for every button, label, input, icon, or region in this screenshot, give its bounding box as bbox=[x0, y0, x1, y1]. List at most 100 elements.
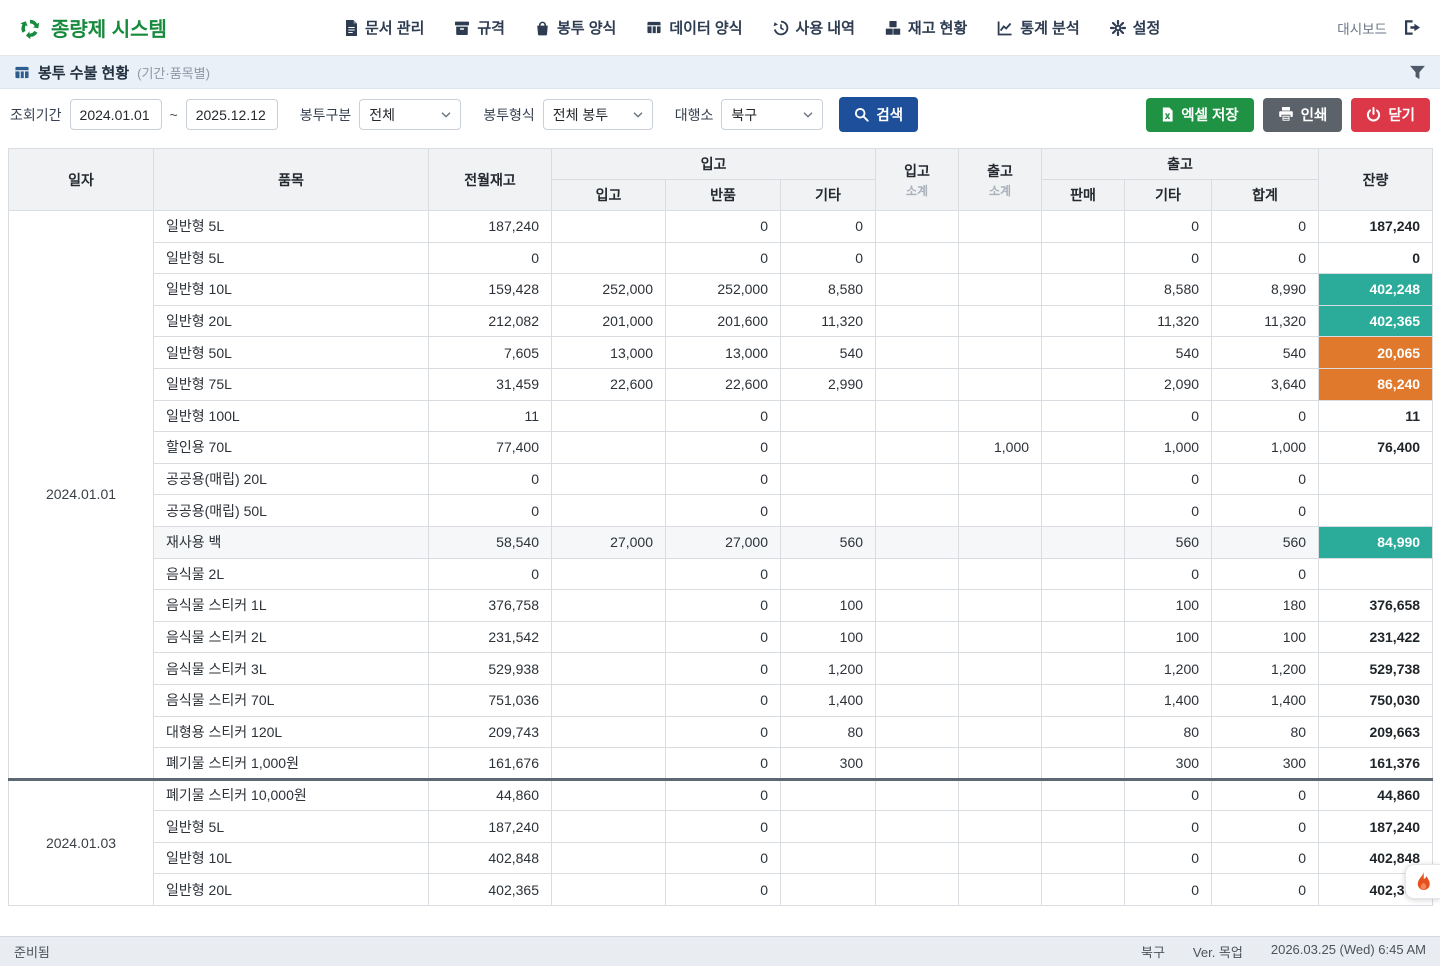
dashboard-link[interactable]: 대시보드 bbox=[1337, 18, 1387, 38]
agency-select[interactable]: 북구 bbox=[721, 99, 823, 130]
in-etc-cell: 300 bbox=[781, 748, 876, 780]
col-group-in: 입고 bbox=[552, 149, 876, 180]
table-row: 일반형 50L7,60513,00013,00054054054020,065 bbox=[9, 337, 1433, 369]
page-subtitle: (기간·품목별) bbox=[137, 63, 210, 82]
in-sub-cell bbox=[876, 242, 959, 274]
out-sub-cell bbox=[959, 495, 1042, 527]
close-button[interactable]: 닫기 bbox=[1351, 98, 1430, 132]
out-sale-cell bbox=[1042, 305, 1125, 337]
in-etc-cell: 100 bbox=[781, 590, 876, 622]
out-total-cell: 560 bbox=[1212, 526, 1319, 558]
out-etc-cell: 0 bbox=[1125, 463, 1212, 495]
date-to-input[interactable] bbox=[186, 99, 278, 130]
filter-icon[interactable] bbox=[1409, 65, 1426, 80]
nav-item-inventory[interactable]: 재고 현황 bbox=[885, 17, 967, 38]
out-etc-cell: 11,320 bbox=[1125, 305, 1212, 337]
out-total-cell: 0 bbox=[1212, 558, 1319, 590]
table-row: 2024.01.01일반형 5L187,2400000187,240 bbox=[9, 211, 1433, 243]
in-etc-cell bbox=[781, 779, 876, 811]
in-etc-cell: 8,580 bbox=[781, 274, 876, 306]
table-row: 할인용 70L77,40001,0001,0001,00076,400 bbox=[9, 432, 1433, 464]
nav-item-bag[interactable]: 봉투 양식 bbox=[535, 17, 616, 38]
remain-cell: 76,400 bbox=[1319, 432, 1433, 464]
print-button[interactable]: 인쇄 bbox=[1263, 98, 1343, 132]
power-icon bbox=[1366, 107, 1381, 122]
in-etc-cell: 0 bbox=[781, 211, 876, 243]
excel-save-button[interactable]: 엑셀 저장 bbox=[1146, 98, 1253, 132]
out-sale-cell bbox=[1042, 368, 1125, 400]
status-right: 북구 Ver. 목업 2026.03.25 (Wed) 6:45 AM bbox=[1141, 942, 1426, 961]
in-return-cell: 0 bbox=[666, 716, 781, 748]
prev-cell: 31,459 bbox=[429, 368, 552, 400]
prev-cell: 44,860 bbox=[429, 779, 552, 811]
out-etc-cell: 0 bbox=[1125, 211, 1212, 243]
in-in-cell bbox=[552, 242, 666, 274]
out-total-cell: 180 bbox=[1212, 590, 1319, 622]
nav-item-gear[interactable]: 설정 bbox=[1110, 17, 1161, 38]
out-sub-cell bbox=[959, 779, 1042, 811]
remain-cell: 86,240 bbox=[1319, 368, 1433, 400]
out-sub-cell bbox=[959, 842, 1042, 874]
in-return-cell: 0 bbox=[666, 432, 781, 464]
item-cell: 일반형 20L bbox=[154, 874, 429, 906]
col-item: 품목 bbox=[154, 149, 429, 211]
in-return-cell: 0 bbox=[666, 495, 781, 527]
date-cell: 2024.01.03 bbox=[9, 779, 154, 905]
out-etc-cell: 0 bbox=[1125, 811, 1212, 843]
in-in-cell bbox=[552, 463, 666, 495]
table-row: 일반형 20L402,365000402,365 bbox=[9, 874, 1433, 906]
item-cell: 일반형 50L bbox=[154, 337, 429, 369]
in-sub-cell bbox=[876, 274, 959, 306]
remain-cell: 11 bbox=[1319, 400, 1433, 432]
app-logo[interactable]: 종량제 시스템 bbox=[18, 13, 167, 42]
prev-cell: 0 bbox=[429, 242, 552, 274]
table-row: 폐기물 스티커 1,000원161,6760300300300161,376 bbox=[9, 748, 1433, 780]
logout-icon[interactable] bbox=[1403, 19, 1422, 36]
nav-item-history[interactable]: 사용 내역 bbox=[773, 17, 855, 38]
item-cell: 일반형 5L bbox=[154, 211, 429, 243]
bag-division-select[interactable]: 전체 bbox=[359, 99, 461, 130]
out-etc-cell: 0 bbox=[1125, 242, 1212, 274]
in-sub-cell bbox=[876, 526, 959, 558]
search-button[interactable]: 검색 bbox=[839, 97, 918, 132]
bag-format-select[interactable]: 전체 봉투 bbox=[543, 99, 653, 130]
in-in-cell bbox=[552, 779, 666, 811]
main-nav: 문서 관리 규격 봉투 양식 데이터 양식 사용 내역 재고 현황 통계 분석 설정 bbox=[344, 17, 1160, 38]
status-version: Ver. 목업 bbox=[1193, 942, 1243, 961]
remain-cell bbox=[1319, 463, 1433, 495]
out-sale-cell bbox=[1042, 590, 1125, 622]
out-total-cell: 11,320 bbox=[1212, 305, 1319, 337]
out-etc-cell: 0 bbox=[1125, 874, 1212, 906]
out-sub-cell bbox=[959, 400, 1042, 432]
bag-format-label: 봉투형식 bbox=[483, 105, 535, 125]
nav-item-data-table[interactable]: 데이터 양식 bbox=[646, 17, 742, 38]
in-sub-cell bbox=[876, 684, 959, 716]
nav-item-document[interactable]: 문서 관리 bbox=[344, 17, 424, 38]
in-return-cell: 252,000 bbox=[666, 274, 781, 306]
out-etc-cell: 0 bbox=[1125, 400, 1212, 432]
recycle-icon bbox=[18, 16, 42, 40]
date-from-input[interactable] bbox=[70, 99, 162, 130]
out-etc-cell: 300 bbox=[1125, 748, 1212, 780]
out-total-cell: 0 bbox=[1212, 400, 1319, 432]
table-row: 2024.01.03폐기물 스티커 10,000원44,86000044,860 bbox=[9, 779, 1433, 811]
col-group-out: 출고 bbox=[1042, 149, 1319, 180]
table-row: 일반형 5L000000 bbox=[9, 242, 1433, 274]
data-table-icon bbox=[646, 20, 662, 35]
prev-cell: 402,365 bbox=[429, 874, 552, 906]
item-cell: 일반형 10L bbox=[154, 274, 429, 306]
remain-cell: 231,422 bbox=[1319, 621, 1433, 653]
remain-cell: 187,240 bbox=[1319, 811, 1433, 843]
col-out-subtotal: 출고 소계 bbox=[959, 149, 1042, 211]
in-etc-cell: 1,400 bbox=[781, 684, 876, 716]
nav-item-chart[interactable]: 통계 분석 bbox=[997, 17, 1079, 38]
top-nav: 종량제 시스템 문서 관리 규격 봉투 양식 데이터 양식 사용 내역 재고 현황 통계 분… bbox=[0, 0, 1440, 56]
in-etc-cell bbox=[781, 811, 876, 843]
nav-item-spec-box[interactable]: 규격 bbox=[454, 17, 505, 38]
in-return-cell: 0 bbox=[666, 811, 781, 843]
debug-toolbar-toggle[interactable] bbox=[1405, 864, 1440, 899]
out-sub-cell bbox=[959, 653, 1042, 685]
bag-division-label: 봉투구분 bbox=[300, 105, 352, 125]
in-return-cell: 0 bbox=[666, 463, 781, 495]
out-sub-cell bbox=[959, 716, 1042, 748]
